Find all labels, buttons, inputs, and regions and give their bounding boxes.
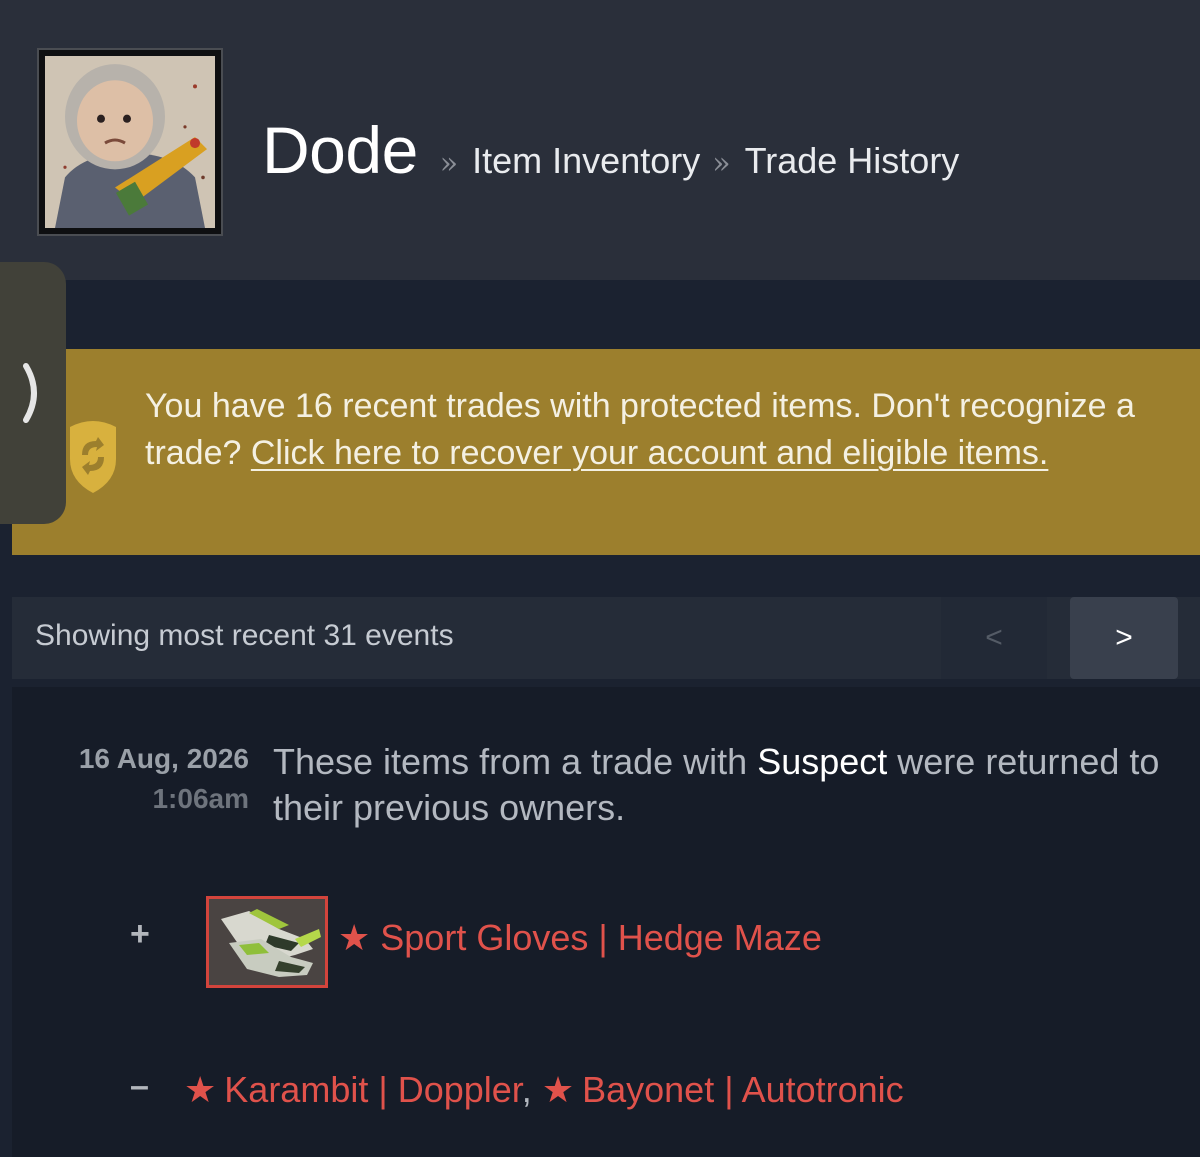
given-item-link[interactable]: Karambit | Doppler — [224, 1069, 522, 1110]
avatar-image — [45, 56, 215, 228]
given-items: ★ Karambit | Doppler, ★ Bayonet | Autotron… — [184, 1069, 904, 1111]
pager-next-button[interactable]: > — [1070, 597, 1178, 679]
profile-name[interactable]: Dode — [262, 112, 418, 188]
events-toolbar: Showing most recent 31 events < > — [12, 597, 1200, 679]
protected-trades-banner: You have 16 recent trades with protected… — [12, 349, 1200, 555]
avatar[interactable] — [37, 48, 223, 236]
given-item-link[interactable]: Bayonet | Autotronic — [582, 1069, 904, 1110]
sidebar-toggle-tab[interactable] — [0, 262, 66, 524]
recover-account-link[interactable]: Click here to recover your account and e… — [251, 434, 1049, 472]
breadcrumb-separator: » — [439, 146, 459, 181]
banner-message: You have 16 recent trades with protected… — [145, 383, 1155, 477]
item-separator: , — [521, 1069, 532, 1110]
breadcrumb-separator: » — [712, 146, 731, 181]
trade-time: 1:06am — [152, 783, 249, 814]
items-received-sign: + — [130, 915, 150, 953]
profile-header: Dode » Item Inventory » Trade History — [0, 0, 1200, 280]
breadcrumb: Dode » Item Inventory » Trade History — [262, 112, 959, 192]
pager-prev-button[interactable]: < — [941, 597, 1047, 679]
star-icon: ★ — [184, 1069, 217, 1110]
trade-desc-before: These items from a trade with — [273, 741, 748, 782]
trade-description: These items from a trade with Suspect we… — [273, 739, 1193, 831]
trade-date: 16 Aug, 2026 — [78, 743, 249, 774]
received-item-link[interactable]: ★ Sport Gloves | Hedge Maze — [338, 917, 822, 959]
shield-swap-icon — [70, 421, 116, 493]
gloves-icon — [209, 899, 325, 985]
item-thumbnail[interactable] — [206, 896, 328, 988]
trade-partner-link[interactable]: Suspect — [757, 741, 887, 782]
breadcrumb-trade-history[interactable]: Trade History — [745, 140, 960, 182]
star-icon: ★ — [541, 1069, 575, 1110]
events-summary: Showing most recent 31 events — [35, 619, 454, 652]
breadcrumb-item-inventory[interactable]: Item Inventory — [472, 140, 700, 182]
trade-history-row: 16 Aug, 2026 1:06am These items from a t… — [12, 687, 1200, 1157]
chevron-right-icon — [23, 363, 37, 423]
items-given-sign: – — [130, 1067, 149, 1105]
